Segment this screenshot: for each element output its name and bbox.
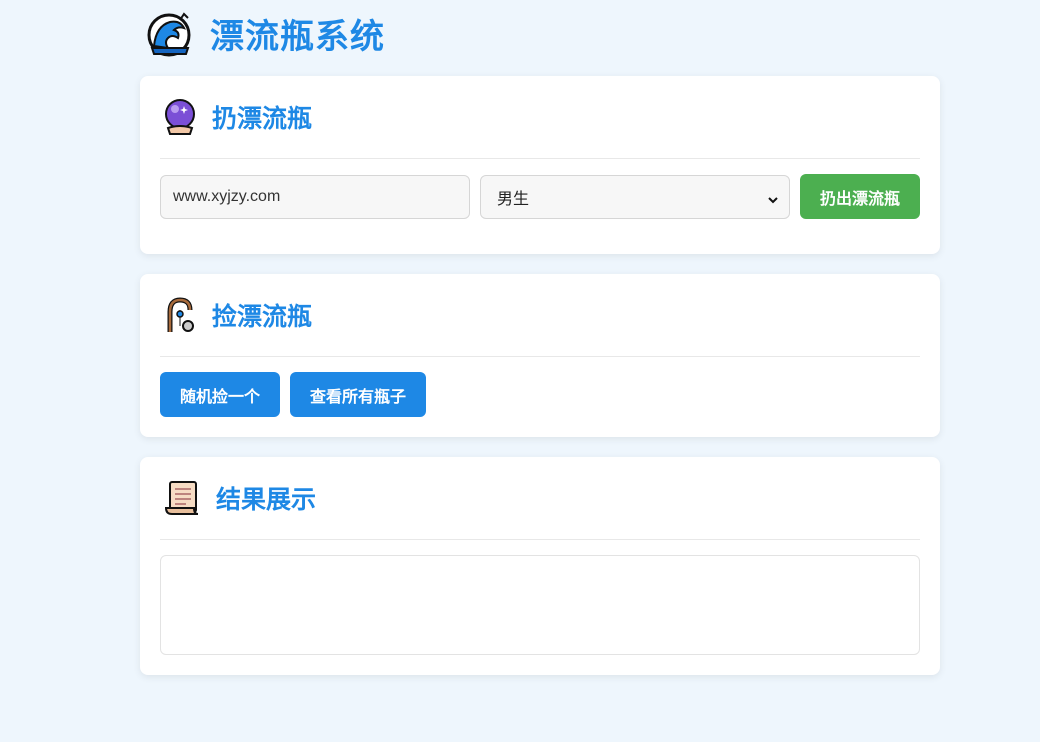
pick-bottle-actions: 随机捡一个 查看所有瓶子 <box>160 357 920 417</box>
throw-bottle-title: 扔漂流瓶 <box>212 104 313 133</box>
result-title: 结果展示 <box>216 485 317 514</box>
pick-bottle-title: 捡漂流瓶 <box>212 302 313 331</box>
scroll-icon <box>162 478 202 518</box>
gender-select-value: 男生 <box>497 188 530 208</box>
throw-bottle-card: 扔漂流瓶 男生 扔出漂流瓶 <box>140 76 940 254</box>
gender-select[interactable]: 男生 <box>480 174 790 219</box>
fishing-pole-icon <box>162 296 198 334</box>
page: 漂流瓶系统 扔漂流瓶 男生 扔出漂流瓶 <box>140 0 940 675</box>
bottle-message-input[interactable] <box>160 174 470 219</box>
page-header: 漂流瓶系统 <box>140 0 940 76</box>
result-header: 结果展示 <box>160 457 920 540</box>
pick-bottle-header: 捡漂流瓶 <box>160 274 920 357</box>
chevron-down-icon <box>767 191 779 203</box>
wave-icon <box>144 8 194 58</box>
throw-bottle-form: 男生 扔出漂流瓶 <box>160 159 920 219</box>
page-title: 漂流瓶系统 <box>210 16 385 57</box>
result-card: 结果展示 <box>140 457 940 675</box>
random-pick-button[interactable]: 随机捡一个 <box>160 372 281 417</box>
crystal-ball-icon <box>162 98 198 136</box>
result-display <box>160 555 920 655</box>
throw-bottle-button[interactable]: 扔出漂流瓶 <box>800 174 920 219</box>
throw-bottle-header: 扔漂流瓶 <box>160 76 920 159</box>
pick-bottle-card: 捡漂流瓶 随机捡一个 查看所有瓶子 <box>140 274 940 437</box>
view-all-bottles-button[interactable]: 查看所有瓶子 <box>290 372 427 417</box>
